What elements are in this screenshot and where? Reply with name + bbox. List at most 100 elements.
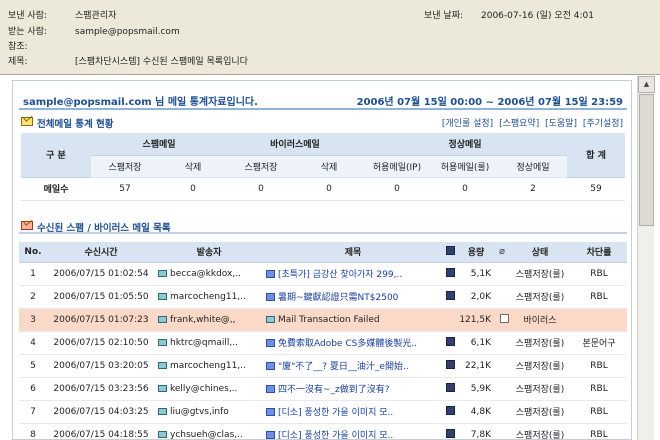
row-subject[interactable]: "廈"不了__? 夏日__油汁_e開始.. bbox=[263, 354, 443, 378]
row-subject[interactable]: [디소] 풍성한 가을 이미지 모.. bbox=[263, 423, 443, 439]
table-row[interactable]: 2 2006/07/15 01:05:50 marcocheng11,.. 暑期… bbox=[19, 285, 627, 309]
save-icon[interactable] bbox=[445, 268, 455, 277]
mail-icon bbox=[158, 315, 167, 323]
table-row[interactable]: 5 2006/07/15 03:20:05 marcocheng11,.. "廈… bbox=[19, 354, 627, 378]
row-status: 스팸저장(룰) bbox=[509, 262, 571, 286]
row-sender[interactable]: marcocheng11,.. bbox=[155, 285, 263, 309]
row-subject[interactable]: 四不一沒有~_z做到了沒有? bbox=[263, 377, 443, 401]
save-icon[interactable] bbox=[445, 406, 455, 415]
stats-value: 0 bbox=[227, 177, 295, 201]
row-rule: RBL bbox=[571, 377, 627, 401]
link-help[interactable]: [도움말] bbox=[545, 119, 577, 129]
vertical-scrollbar[interactable]: ▲ bbox=[637, 76, 655, 440]
row-rule: RBL bbox=[571, 423, 627, 439]
table-row[interactable]: 8 2006/07/15 04:18:55 ychsueh@clas,.. [디… bbox=[19, 423, 627, 440]
table-row-virus[interactable]: 3 2006/07/15 01:07:23 frank,white@,, Mai… bbox=[19, 308, 627, 332]
row-no: 5 bbox=[19, 354, 47, 378]
spam-list-table: No. 수신시간 발송자 제목 용량 ⌀ 상태 차단룰 1 2006/07/15… bbox=[19, 242, 627, 440]
envelope-icon bbox=[21, 117, 33, 126]
message-icon bbox=[266, 408, 275, 416]
row-subject-link[interactable]: "廈"不了__? 夏日__油汁_e開始.. bbox=[278, 362, 409, 372]
row-save bbox=[443, 308, 457, 332]
row-save[interactable] bbox=[443, 354, 457, 378]
col-time[interactable]: 수신시간 bbox=[47, 242, 155, 263]
row-sender[interactable]: kelly@chines,.. bbox=[155, 377, 263, 401]
row-subject[interactable]: Mail Transaction Failed bbox=[263, 308, 443, 332]
row-sender-text: ychsueh@clas,.. bbox=[170, 429, 243, 440]
row-attach bbox=[495, 377, 509, 401]
row-time: 2006/07/15 04:18:55 bbox=[47, 423, 155, 439]
row-save[interactable] bbox=[443, 285, 457, 309]
mail-icon bbox=[158, 292, 167, 300]
row-rule: RBL bbox=[571, 354, 627, 378]
attachment-checkbox[interactable] bbox=[499, 314, 509, 323]
stats-sub-header: 삭제 bbox=[295, 155, 363, 178]
link-period-setting[interactable]: [주기설정] bbox=[583, 119, 623, 129]
row-save[interactable] bbox=[443, 331, 457, 355]
date-label: 보낸 날짜: bbox=[424, 11, 464, 21]
row-sender[interactable]: becca@kkdox,.. bbox=[155, 262, 263, 286]
stats-total-value: 59 bbox=[567, 177, 626, 201]
mail-icon bbox=[266, 315, 275, 323]
scroll-thumb[interactable] bbox=[639, 94, 654, 226]
row-subject[interactable]: [초특가] 금강산 찾아가자 299,.. bbox=[263, 262, 443, 286]
table-row[interactable]: 7 2006/07/15 04:03:25 liu@gtvs,info [디소]… bbox=[19, 400, 627, 424]
row-subject-link[interactable]: [초특가] 금강산 찾아가자 299,.. bbox=[278, 270, 402, 280]
row-sender[interactable]: marcocheng11,.. bbox=[155, 354, 263, 378]
row-save[interactable] bbox=[443, 423, 457, 439]
stats-section-header: 전체메일 통계 현황 [개인룰 설정] [스팸요약] [도움말] [주기설정] bbox=[19, 114, 627, 130]
stats-total-header: 합 계 bbox=[567, 133, 626, 178]
scroll-up-button[interactable]: ▲ bbox=[638, 76, 655, 93]
row-sender[interactable]: frank,white@,, bbox=[155, 308, 263, 332]
stats-group-normal: 정상메일 bbox=[363, 133, 568, 156]
row-save[interactable] bbox=[443, 377, 457, 401]
row-time: 2006/07/15 04:03:25 bbox=[47, 400, 155, 424]
mail-icon bbox=[158, 338, 167, 346]
save-icon[interactable] bbox=[445, 291, 455, 300]
stats-value: 0 bbox=[363, 177, 431, 201]
row-sender[interactable]: hktrc@qmaill,.. bbox=[155, 331, 263, 355]
link-spam-summary[interactable]: [스팸요약] bbox=[499, 119, 539, 129]
subject-value: [스팸차단시스템] 수신된 스팸메일 목록입니다 bbox=[75, 57, 248, 67]
row-attach bbox=[495, 262, 509, 286]
col-size[interactable]: 용량 bbox=[457, 242, 495, 263]
col-subject[interactable]: 제목 bbox=[263, 242, 443, 263]
table-row[interactable]: 1 2006/07/15 01:02:54 becca@kkdox,.. [초특… bbox=[19, 262, 627, 286]
row-sender-text: hktrc@qmaill,.. bbox=[170, 337, 238, 348]
row-size: 7,8K bbox=[457, 423, 495, 439]
stats-value: 0 bbox=[159, 177, 227, 201]
row-subject-link[interactable]: 免費索取Adobe CS多媒體後製光.. bbox=[278, 339, 417, 349]
row-status: 스팸저장(룰) bbox=[509, 377, 571, 401]
save-icon[interactable] bbox=[445, 383, 455, 392]
row-no: 8 bbox=[19, 423, 47, 439]
table-row[interactable]: 4 2006/07/15 02:10:50 hktrc@qmaill,.. 免費… bbox=[19, 331, 627, 355]
row-save[interactable] bbox=[443, 262, 457, 286]
row-attach[interactable] bbox=[495, 308, 509, 332]
col-rule[interactable]: 차단룰 bbox=[571, 242, 627, 263]
row-subject-link[interactable]: [디소] 풍성한 가을 이미지 모.. bbox=[278, 408, 393, 418]
row-subject[interactable]: [디소] 풍성한 가을 이미지 모.. bbox=[263, 400, 443, 424]
message-icon bbox=[266, 270, 275, 278]
row-subject-link[interactable]: [디소] 풍성한 가을 이미지 모.. bbox=[278, 431, 393, 439]
row-sender[interactable]: liu@gtvs,info bbox=[155, 400, 263, 424]
save-icon[interactable] bbox=[445, 337, 455, 346]
col-no: No. bbox=[19, 242, 47, 263]
col-status[interactable]: 상태 bbox=[509, 242, 571, 263]
row-subject[interactable]: 暑期~鍵獻認證只需NT$2500 bbox=[263, 285, 443, 309]
stats-value: 0 bbox=[295, 177, 363, 201]
save-icon[interactable] bbox=[445, 360, 455, 369]
row-attach bbox=[495, 423, 509, 439]
row-subject-link[interactable]: 四不一沒有~_z做到了沒有? bbox=[278, 385, 390, 395]
save-icon[interactable] bbox=[445, 429, 455, 438]
row-sender-text: marcocheng11,.. bbox=[170, 291, 246, 302]
col-sender[interactable]: 발송자 bbox=[155, 242, 263, 263]
row-sender[interactable]: ychsueh@clas,.. bbox=[155, 423, 263, 440]
row-save[interactable] bbox=[443, 400, 457, 424]
table-row[interactable]: 6 2006/07/15 03:23:56 kelly@chines,.. 四不… bbox=[19, 377, 627, 401]
row-subject[interactable]: 免費索取Adobe CS多媒體後製光.. bbox=[263, 331, 443, 355]
row-no: 1 bbox=[19, 262, 47, 286]
row-subject-link[interactable]: 暑期~鍵獻認證只需NT$2500 bbox=[278, 293, 398, 303]
link-personal-rule[interactable]: [개인룰 설정] bbox=[442, 119, 493, 129]
mail-icon bbox=[158, 407, 167, 415]
row-time: 2006/07/15 01:07:23 bbox=[47, 308, 155, 332]
